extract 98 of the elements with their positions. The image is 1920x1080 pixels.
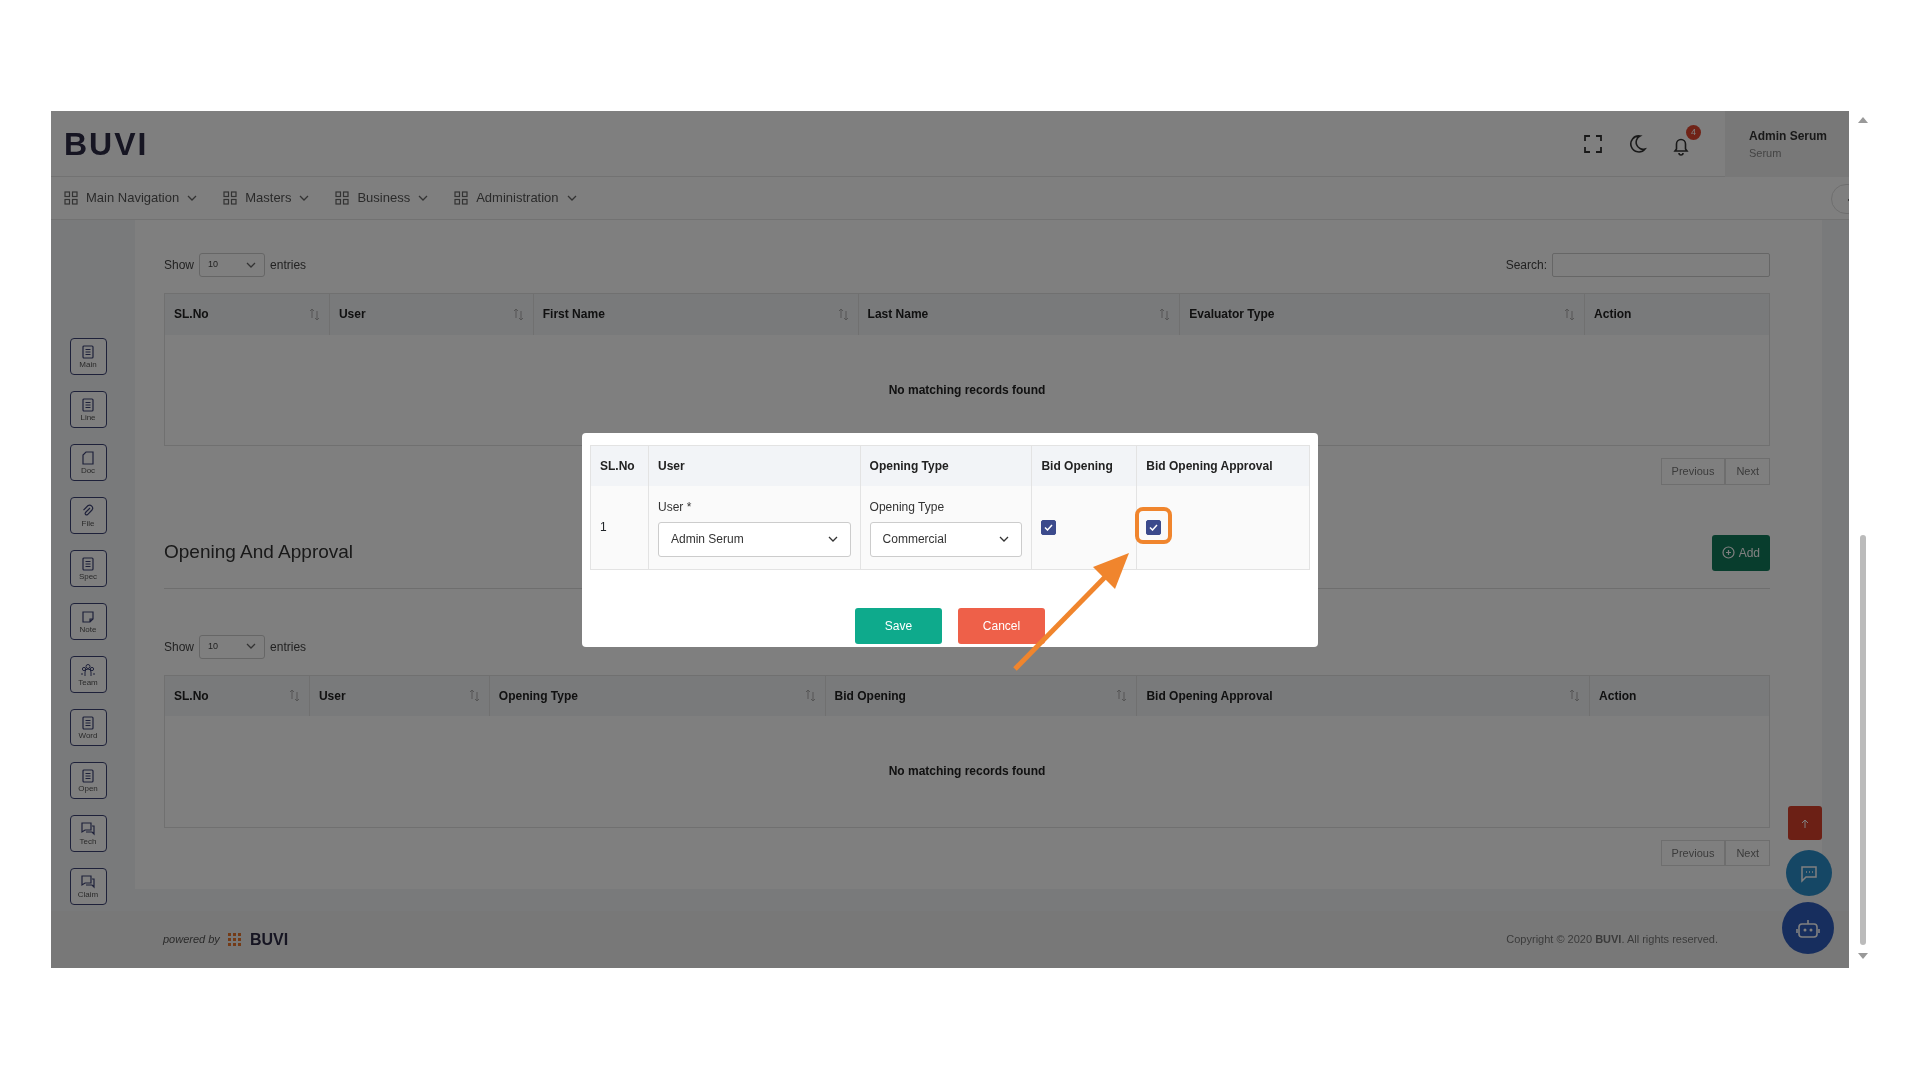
caret-icon <box>246 261 257 269</box>
document-icon <box>81 768 95 783</box>
show-label: Show <box>164 257 195 274</box>
pager-button[interactable]: Next <box>1725 458 1770 485</box>
column-header: User <box>658 458 685 473</box>
sidebar-item[interactable]: Word <box>69 709 107 746</box>
note-icon <box>81 609 95 624</box>
search-label: Search: <box>1505 257 1547 274</box>
sidebar-item[interactable]: Note <box>69 603 107 640</box>
column-header[interactable]: First Name <box>542 305 605 324</box>
check-icon <box>1149 524 1159 532</box>
grid-icon <box>64 191 78 205</box>
sidebar-item[interactable]: Doc <box>69 444 107 481</box>
caret-icon <box>827 535 838 543</box>
notification-badge: 4 <box>1686 124 1701 140</box>
column-header[interactable]: SL.No <box>174 305 209 324</box>
sidebar-item[interactable]: Team <box>69 656 107 693</box>
caret-icon <box>418 194 429 202</box>
grid-icon <box>335 191 350 205</box>
search-field[interactable] <box>1552 253 1770 277</box>
column-header[interactable]: Action <box>1594 305 1632 324</box>
entries-label: entries <box>270 638 307 656</box>
row-number: 1 <box>600 520 607 535</box>
pager-button[interactable]: Previous <box>1660 839 1726 866</box>
paperclip-icon <box>81 503 95 518</box>
column-header[interactable]: Bid Opening Approval <box>1146 686 1273 705</box>
moon-icon[interactable] <box>1627 133 1647 154</box>
select-field[interactable]: Admin Serum <box>658 521 851 557</box>
robot-icon <box>1796 917 1820 940</box>
page-size-select[interactable]: 10 <box>199 253 266 277</box>
select-field[interactable]: Commercial <box>869 521 1023 557</box>
nav-menu[interactable]: Masters <box>223 188 310 208</box>
column-header: Opening Type <box>869 458 949 473</box>
check-icon <box>1044 524 1054 532</box>
column-header: Bid Opening Approval <box>1146 458 1273 473</box>
document-icon <box>81 344 95 359</box>
column-header[interactable]: Evaluator Type <box>1189 305 1275 324</box>
column-header[interactable]: Opening Type <box>498 686 578 705</box>
user-name: Admin Serum <box>1749 127 1828 145</box>
nav-menu[interactable]: Administration <box>454 188 577 208</box>
save-button[interactable]: Save <box>855 608 942 644</box>
column-header[interactable]: User <box>318 686 346 705</box>
plus-circle-icon <box>1721 546 1735 559</box>
empty-message: No matching records found <box>888 382 1046 397</box>
checkbox[interactable] <box>1146 520 1162 536</box>
caret-icon <box>187 194 198 202</box>
field-label: Opening Type <box>869 498 946 516</box>
field-label: User * <box>658 498 693 516</box>
fullscreen-icon[interactable] <box>1583 133 1603 154</box>
sidebar-item[interactable]: Line <box>69 391 107 428</box>
document-icon <box>81 397 95 412</box>
powered-by-text: powered by <box>163 932 220 948</box>
chat-icon <box>81 821 95 836</box>
checkbox[interactable] <box>1041 520 1057 536</box>
page-icon <box>81 450 95 465</box>
sidebar-item[interactable]: Spec <box>69 550 107 587</box>
column-header: SL.No <box>600 458 635 473</box>
pager-button[interactable]: Previous <box>1660 458 1726 485</box>
caret-icon <box>246 643 257 650</box>
arrow-up-icon <box>1800 818 1810 829</box>
grid-icon <box>454 191 469 205</box>
footer-logo: BUVI <box>249 929 289 950</box>
chat-icon <box>81 874 95 889</box>
sidebar-item[interactable]: Main <box>69 338 107 375</box>
nav-menu[interactable]: Main Navigation <box>64 188 198 208</box>
people-icon <box>81 662 95 677</box>
caret-icon <box>299 194 310 202</box>
grid-icon <box>223 191 238 205</box>
empty-message: No matching records found <box>888 764 1046 779</box>
caret-icon <box>999 535 1010 543</box>
chat-icon <box>1800 864 1818 883</box>
column-header[interactable]: User <box>338 305 366 324</box>
page-size-select[interactable]: 10 <box>199 634 266 659</box>
column-header[interactable]: Last Name <box>867 305 929 324</box>
column-header: Bid Opening <box>1041 458 1113 473</box>
caret-icon <box>566 194 577 202</box>
document-icon <box>81 556 95 571</box>
section-title: Opening And Approval <box>164 540 354 565</box>
sidebar-item[interactable]: Claim <box>69 868 107 905</box>
column-header[interactable]: Action <box>1599 686 1637 705</box>
brand-mark-icon <box>227 932 242 947</box>
sidebar-item[interactable]: Open <box>69 762 107 799</box>
sidebar-item[interactable]: File <box>69 497 107 534</box>
chat-button[interactable] <box>1786 850 1832 896</box>
copyright-text: Copyright © 2020 BUVI. All rights reserved. <box>1506 932 1718 948</box>
pager-button[interactable]: Next <box>1725 839 1770 866</box>
bot-button[interactable] <box>1782 902 1834 954</box>
column-header[interactable]: SL.No <box>174 686 209 705</box>
sidebar-item[interactable]: Tech <box>69 815 107 852</box>
bell-icon[interactable] <box>1671 136 1691 157</box>
document-icon <box>81 715 95 730</box>
nav-menu[interactable]: Business <box>335 188 429 208</box>
entries-label: entries <box>270 257 307 274</box>
cancel-button[interactable]: Cancel <box>958 608 1045 644</box>
column-header[interactable]: Bid Opening <box>834 686 906 705</box>
show-label: Show <box>164 638 195 656</box>
add-button[interactable]: Add <box>1711 534 1770 571</box>
logo: BUVI <box>64 124 149 164</box>
